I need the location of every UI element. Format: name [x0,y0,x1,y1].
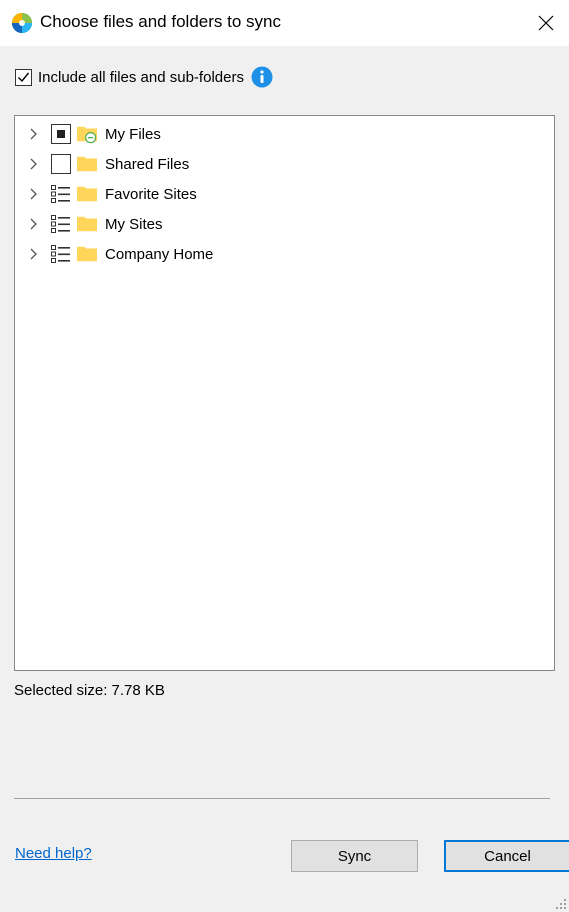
close-button[interactable] [523,0,569,46]
include-all-option: Include all files and sub-folders [15,66,273,88]
tree-item-company-home[interactable]: Company Home [15,239,554,269]
folder-tree[interactable]: My Files Shared Files Favorite Sites My … [14,115,555,671]
chevron-right-icon[interactable] [27,157,41,171]
folder-icon [77,216,97,232]
include-all-checkbox[interactable] [15,68,32,86]
divider [14,798,550,799]
sync-app-logo-icon [12,13,32,33]
selected-size-text: Selected size: 7.78 KB [14,682,165,699]
resize-grip-icon[interactable] [555,898,567,910]
include-all-label: Include all files and sub-folders [38,68,244,86]
folder-icon [77,156,97,172]
title-bar: Choose files and folders to sync [0,0,569,46]
tree-item-label: Company Home [105,245,214,263]
tree-item-label: Favorite Sites [105,185,197,203]
tree-item-my-sites[interactable]: My Sites [15,209,554,239]
sync-button[interactable]: Sync [291,840,418,872]
chevron-right-icon[interactable] [27,127,41,141]
list-selection-icon[interactable] [51,214,71,234]
info-icon[interactable] [251,66,273,88]
list-selection-icon[interactable] [51,244,71,264]
checkmark-icon [18,72,30,82]
chevron-right-icon[interactable] [27,217,41,231]
need-help-link[interactable]: Need help? [15,845,92,862]
tree-item-label: My Files [105,125,161,143]
folder-icon [77,186,97,202]
chevron-right-icon[interactable] [27,187,41,201]
partial-checkbox-icon[interactable] [51,124,71,144]
tree-item-favorite-sites[interactable]: Favorite Sites [15,179,554,209]
chevron-right-icon[interactable] [27,247,41,261]
tree-item-label: My Sites [105,215,163,233]
folder-with-sync-status-icon [77,126,97,144]
tree-item-my-files[interactable]: My Files [15,119,554,149]
empty-checkbox-icon[interactable] [51,154,71,174]
window-title: Choose files and folders to sync [40,12,281,31]
cancel-button[interactable]: Cancel [444,840,569,872]
close-icon [538,15,554,31]
list-selection-icon[interactable] [51,184,71,204]
tree-item-label: Shared Files [105,155,190,173]
folder-icon [77,246,97,262]
tree-item-shared-files[interactable]: Shared Files [15,149,554,179]
